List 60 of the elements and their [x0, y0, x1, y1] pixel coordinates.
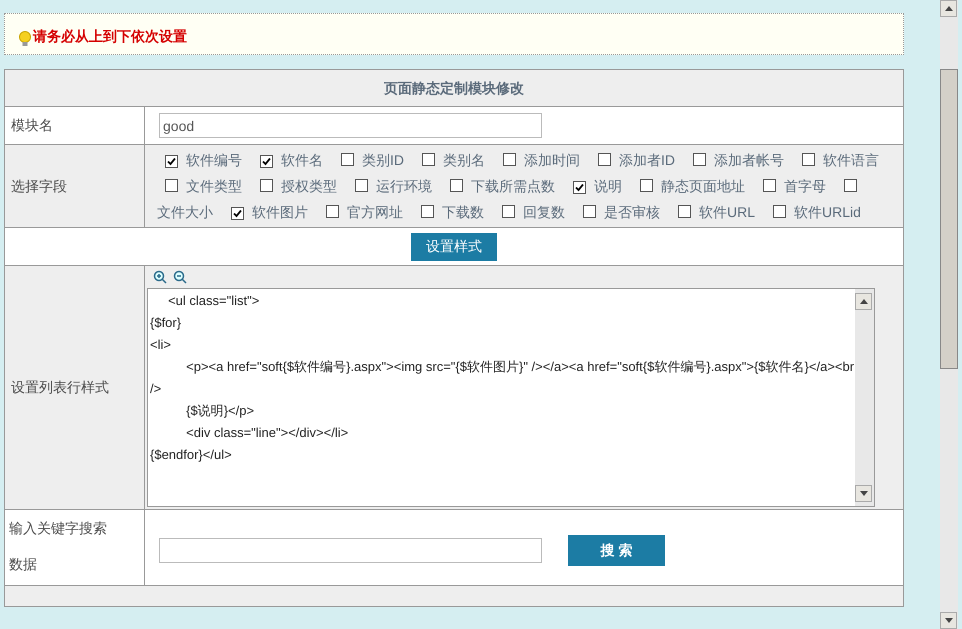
checkbox[interactable] — [763, 179, 776, 192]
field-option-label: 运行环境 — [376, 178, 432, 194]
field-option-label: 是否审核 — [604, 204, 660, 220]
scroll-thumb[interactable] — [940, 69, 958, 369]
page-scrollbar[interactable] — [940, 0, 958, 629]
field-option-label: 说明 — [594, 178, 622, 194]
field-option-label: 类别名 — [443, 152, 485, 168]
checkbox[interactable] — [573, 181, 586, 194]
field-option-label: 授权类型 — [281, 178, 337, 194]
field-option-label: 软件图片 — [252, 204, 308, 220]
zoom-in-icon[interactable] — [153, 270, 167, 284]
field-option-label: 下载所需点数 — [471, 178, 555, 194]
checkbox[interactable] — [640, 179, 653, 192]
row-label: 输入关键字搜索数据 — [5, 510, 145, 585]
keyword-search-field[interactable] — [159, 538, 542, 563]
checkbox[interactable] — [165, 179, 178, 192]
checkbox[interactable] — [583, 205, 596, 218]
field-option-label: 官方网址 — [347, 204, 403, 220]
field-option-label: 添加者ID — [619, 152, 675, 168]
checkbox[interactable] — [598, 153, 611, 166]
checkbox[interactable] — [678, 205, 691, 218]
checkbox[interactable] — [231, 207, 244, 220]
checkbox[interactable] — [503, 153, 516, 166]
checkbox[interactable] — [802, 153, 815, 166]
checkbox[interactable] — [260, 179, 273, 192]
checkbox[interactable] — [260, 155, 273, 168]
field-option-label: 软件编号 — [186, 152, 242, 168]
zoom-out-icon[interactable] — [173, 270, 187, 284]
checkbox[interactable] — [326, 205, 339, 218]
module-name-field[interactable]: good — [159, 113, 542, 138]
checkbox[interactable] — [450, 179, 463, 192]
set-style-button[interactable]: 设置样式 — [411, 232, 497, 260]
field-option-label: 类别ID — [362, 152, 404, 168]
checkbox[interactable] — [355, 179, 368, 192]
field-option-label: 软件URL — [699, 204, 756, 220]
field-option-label: 软件URLid — [794, 204, 861, 220]
lightbulb-icon — [19, 31, 31, 47]
row-label: 模块名 — [5, 107, 145, 144]
field-option-label: 回复数 — [523, 204, 565, 220]
checkbox[interactable] — [341, 153, 354, 166]
checkbox[interactable] — [421, 205, 434, 218]
field-option-label: 添加者帐号 — [714, 152, 784, 168]
notice-text: 请务必从上到下依次设置 — [33, 27, 187, 46]
field-option-label: 首字母 — [784, 178, 826, 194]
field-option-label: 软件名 — [281, 152, 323, 168]
field-option-label: 下载数 — [442, 204, 484, 220]
field-option-label: 静态页面地址 — [661, 178, 745, 194]
row-label: 设置列表行样式 — [5, 266, 145, 509]
checkbox[interactable] — [693, 153, 706, 166]
checkbox[interactable] — [844, 179, 857, 192]
field-option-label: 添加时间 — [524, 152, 580, 168]
table-title: 页面静态定制模块修改 — [5, 70, 903, 107]
search-button[interactable]: 搜 索 — [568, 535, 665, 566]
checkbox[interactable] — [773, 205, 786, 218]
checkbox[interactable] — [422, 153, 435, 166]
field-option-label: 软件语言 — [823, 152, 879, 168]
field-option-label: 文件大小 — [157, 204, 213, 220]
field-option-label: 文件类型 — [186, 178, 242, 194]
checkbox[interactable] — [165, 155, 178, 168]
checkbox[interactable] — [502, 205, 515, 218]
